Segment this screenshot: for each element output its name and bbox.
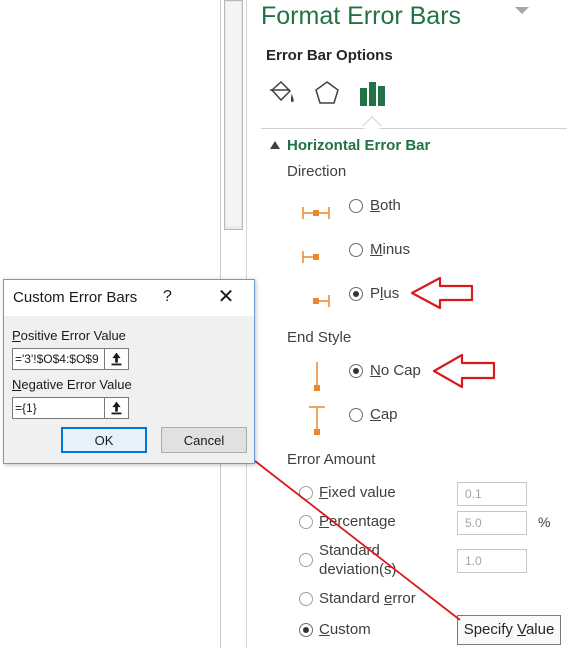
pentagon-icon[interactable] xyxy=(312,78,342,108)
positive-error-label: Positive Error Value xyxy=(12,328,126,343)
fixed-value-input[interactable]: 0.1 xyxy=(457,482,527,506)
ok-button[interactable]: OK xyxy=(61,427,147,453)
active-tab-indicator xyxy=(362,116,382,136)
custom-label[interactable]: Custom xyxy=(319,621,371,638)
std-error-radio[interactable] xyxy=(299,592,313,606)
direction-label: Direction xyxy=(287,163,347,180)
percentage-input[interactable]: 5.0 xyxy=(457,511,527,535)
direction-minus-label[interactable]: Minus xyxy=(370,241,410,258)
section-title[interactable]: Horizontal Error Bar xyxy=(287,137,430,154)
std-dev-input[interactable]: 1.0 xyxy=(457,549,527,573)
close-icon[interactable]: ✕ xyxy=(214,284,238,308)
fixed-value-label[interactable]: Fixed value xyxy=(319,484,396,501)
no-cap-icon xyxy=(314,362,320,391)
std-dev-label[interactable]: Standard deviation(s) xyxy=(319,541,397,579)
end-style-no-cap-label[interactable]: No Cap xyxy=(370,362,421,379)
red-arrow-icon xyxy=(432,353,496,389)
custom-error-bars-dialog: Custom Error Bars ? ✕ Positive Error Val… xyxy=(3,279,255,464)
error-amount-label: Error Amount xyxy=(287,451,376,468)
scrollbar-thumb[interactable] xyxy=(226,2,241,226)
direction-both-radio[interactable] xyxy=(349,199,363,213)
both-error-bar-icon xyxy=(302,207,330,219)
collapse-triangle-icon[interactable] xyxy=(270,141,280,149)
fixed-value-radio[interactable] xyxy=(299,486,313,500)
dialog-title: Custom Error Bars xyxy=(13,289,138,306)
end-style-no-cap-radio[interactable] xyxy=(349,364,363,378)
negative-error-label: Negative Error Value xyxy=(12,377,132,392)
dialog-titlebar[interactable]: Custom Error Bars ? ✕ xyxy=(4,280,254,316)
specify-value-button[interactable]: Specify Value xyxy=(457,615,561,645)
error-bar-options-label: Error Bar Options xyxy=(266,47,393,64)
pane-title: Format Error Bars xyxy=(261,2,462,30)
cancel-button[interactable]: Cancel xyxy=(161,427,247,453)
tab-separator xyxy=(261,128,567,129)
direction-plus-radio[interactable] xyxy=(349,287,363,301)
end-style-cap-label[interactable]: Cap xyxy=(370,406,398,423)
std-dev-label-line1: Standard xyxy=(319,542,380,559)
percentage-label[interactable]: Percentage xyxy=(319,513,396,530)
cap-icon xyxy=(309,406,325,435)
percentage-unit: % xyxy=(538,514,551,530)
std-error-label[interactable]: Standard error xyxy=(319,590,416,607)
pane-options-chevron-icon[interactable] xyxy=(515,7,529,14)
bar-chart-icon[interactable] xyxy=(358,78,388,108)
std-dev-label-line2: deviation(s) xyxy=(319,561,397,578)
end-style-label: End Style xyxy=(287,329,352,346)
direction-plus-label[interactable]: Plus xyxy=(370,285,399,302)
end-style-cap-radio[interactable] xyxy=(349,408,363,422)
red-arrow-icon xyxy=(410,276,474,310)
help-icon[interactable]: ? xyxy=(163,288,172,306)
percentage-radio[interactable] xyxy=(299,515,313,529)
paint-bucket-icon[interactable] xyxy=(266,78,296,108)
range-select-icon[interactable] xyxy=(104,348,129,370)
direction-minus-radio[interactable] xyxy=(349,243,363,257)
range-select-icon[interactable] xyxy=(104,397,129,419)
direction-both-label[interactable]: Both xyxy=(370,197,401,214)
negative-error-input[interactable]: ={1} xyxy=(12,397,105,419)
custom-radio[interactable] xyxy=(299,623,313,637)
plus-error-bar-icon xyxy=(313,295,330,307)
minus-error-bar-icon xyxy=(302,251,319,263)
std-dev-radio[interactable] xyxy=(299,553,313,567)
positive-error-input[interactable]: ='3'!$O$4:$O$9 xyxy=(12,348,105,370)
